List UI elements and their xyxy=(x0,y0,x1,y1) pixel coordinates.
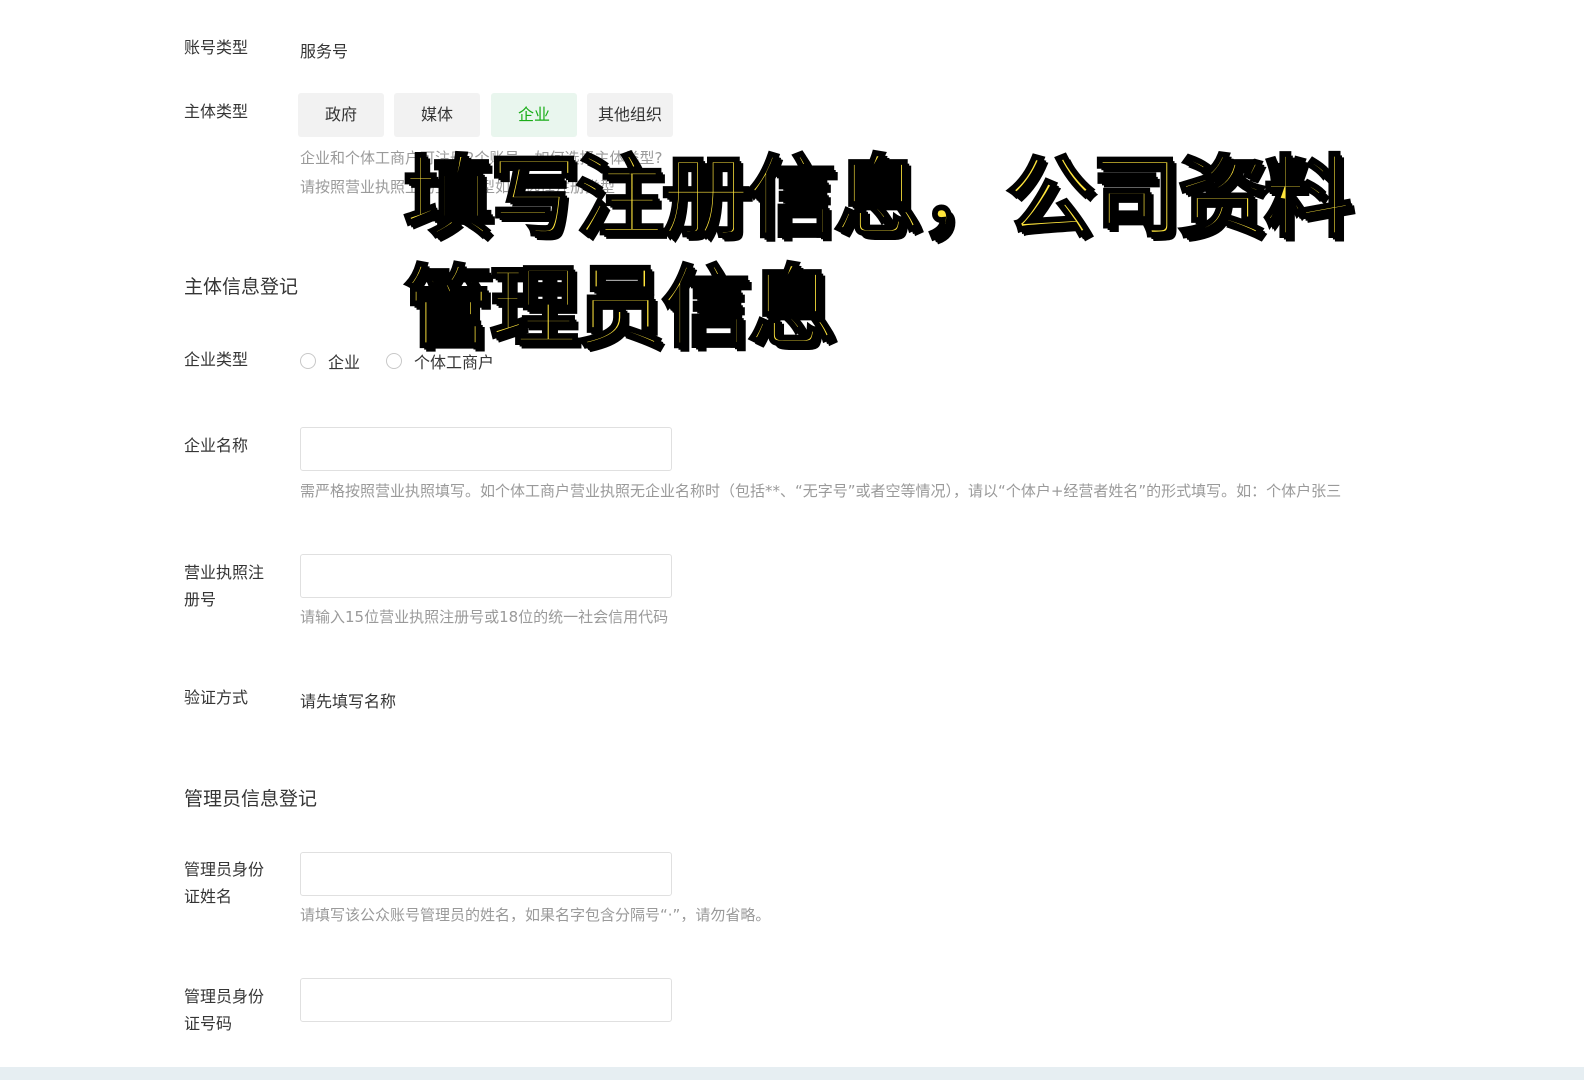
subject-option-other[interactable]: 其他组织 xyxy=(587,93,673,137)
admin-id-label-line-1: 管理员身份 xyxy=(184,987,265,1006)
admin-id-label: 管理员身份 证号码 xyxy=(184,983,280,1037)
enterprise-name-label: 企业名称 xyxy=(184,436,249,455)
radio-individual-business[interactable] xyxy=(386,353,403,369)
license-number-label: 营业执照注 册号 xyxy=(184,559,280,613)
radio-enterprise[interactable] xyxy=(300,353,316,369)
verification-value: 请先填写名称 xyxy=(300,692,397,711)
enterprise-name-hint: 需严格按照营业执照填写。如个体工商户营业执照无企业名称时（包括**、“无字号”或… xyxy=(300,482,1342,500)
admin-id-label-line-2: 证号码 xyxy=(184,1014,233,1033)
account-type-label: 账号类型 xyxy=(184,38,249,57)
subject-option-enterprise[interactable]: 企业 xyxy=(491,93,577,137)
overlay-caption-line-2: 管理员信息 xyxy=(402,256,837,359)
subject-option-media[interactable]: 媒体 xyxy=(394,93,480,137)
license-number-hint: 请输入15位营业执照注册号或18位的统一社会信用代码 xyxy=(300,608,669,626)
subject-option-government[interactable]: 政府 xyxy=(298,93,384,137)
overlay-caption-line-1: 填写注册信息，公司资料 xyxy=(402,146,1353,249)
admin-section-title: 管理员信息登记 xyxy=(184,788,318,810)
enterprise-type-label: 企业类型 xyxy=(184,350,249,369)
bottom-scroll-bar xyxy=(0,1067,1584,1080)
admin-name-input[interactable] xyxy=(300,852,672,896)
enterprise-name-input[interactable] xyxy=(300,427,672,471)
admin-name-label-line-1: 管理员身份 xyxy=(184,860,265,879)
license-number-label-line-2: 册号 xyxy=(184,590,217,609)
admin-name-hint: 请填写该公众账号管理员的姓名，如果名字包含分隔号“·”，请勿省略。 xyxy=(300,906,771,924)
license-number-input[interactable] xyxy=(300,554,672,598)
subject-section-title: 主体信息登记 xyxy=(184,276,299,298)
admin-name-label-line-2: 证姓名 xyxy=(184,887,233,906)
account-type-value: 服务号 xyxy=(300,42,349,61)
admin-name-label: 管理员身份 证姓名 xyxy=(184,856,280,910)
admin-id-input[interactable] xyxy=(300,978,672,1022)
radio-enterprise-label[interactable]: 企业 xyxy=(328,349,360,373)
license-number-label-line-1: 营业执照注 xyxy=(184,563,265,582)
verification-label: 验证方式 xyxy=(184,688,249,707)
subject-type-label: 主体类型 xyxy=(184,102,249,121)
